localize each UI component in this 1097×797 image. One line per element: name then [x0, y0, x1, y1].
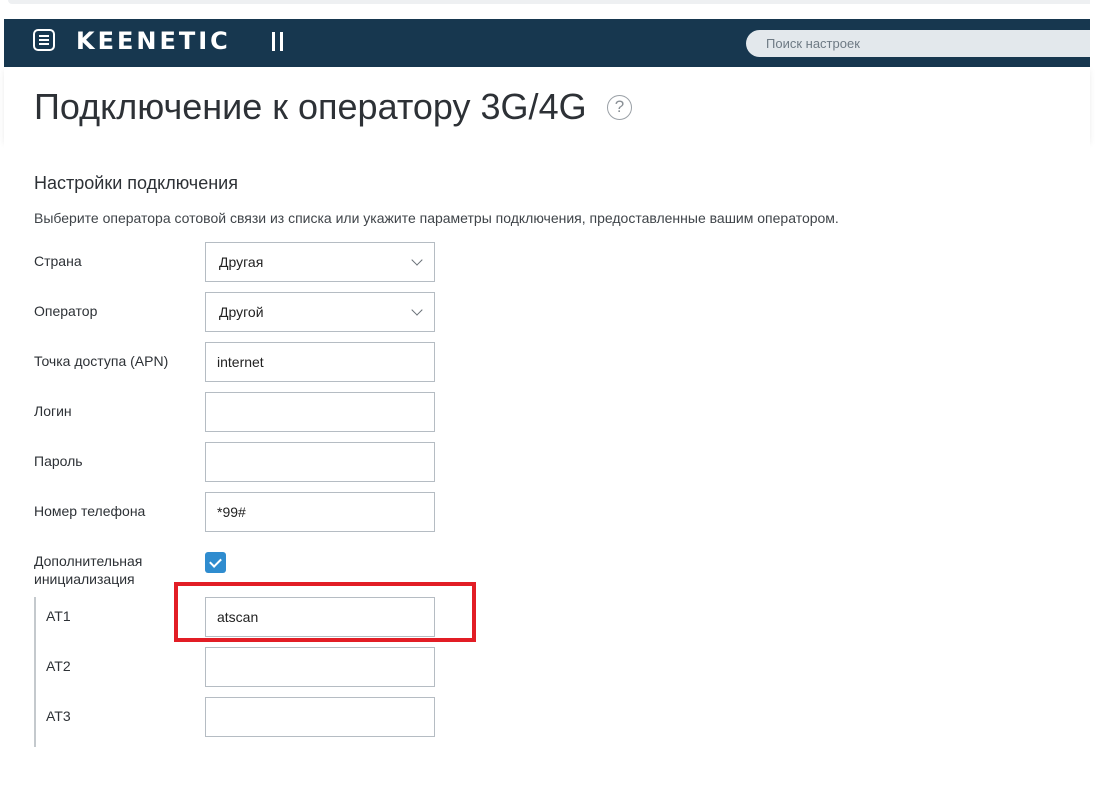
keenetic-logo: KEENETIC: [76, 27, 231, 55]
checkmark-icon: [209, 555, 222, 568]
menu-icon[interactable]: [33, 29, 55, 51]
extra-init-checkbox[interactable]: [205, 552, 226, 573]
top-header: KEENETIC: [4, 19, 1090, 67]
model-badge-icon: [272, 32, 284, 51]
content-area: [4, 141, 1090, 763]
operator-label: Оператор: [34, 303, 98, 319]
chevron-down-icon: [411, 254, 423, 266]
operator-select-value: Другой: [219, 304, 264, 320]
country-select-value: Другая: [219, 254, 264, 270]
at2-input[interactable]: [205, 647, 435, 687]
apn-input[interactable]: [205, 342, 435, 382]
annotation-highlight-box: [174, 582, 476, 642]
title-bar: Подключение к оператору 3G/4G ?: [4, 67, 1090, 141]
section-title: Настройки подключения: [34, 173, 238, 193]
browser-top-strip: [0, 0, 1090, 18]
country-label: Страна: [34, 253, 82, 269]
chevron-down-icon: [411, 304, 423, 316]
at3-label: AT3: [46, 708, 71, 724]
password-input[interactable]: [205, 442, 435, 482]
password-label: Пароль: [34, 453, 83, 469]
operator-select[interactable]: Другой: [205, 292, 435, 332]
page-title: Подключение к оператору 3G/4G: [34, 86, 587, 127]
help-icon[interactable]: ?: [607, 95, 632, 120]
at2-label: AT2: [46, 658, 71, 674]
at1-label: AT1: [46, 608, 71, 624]
at-group-divider: [34, 597, 36, 747]
phone-input[interactable]: [205, 492, 435, 532]
at3-input[interactable]: [205, 697, 435, 737]
login-label: Логин: [34, 403, 72, 419]
apn-label: Точка доступа (APN): [34, 353, 169, 369]
section-description: Выберите оператора сотовой связи из спис…: [34, 210, 839, 226]
country-select[interactable]: Другая: [205, 242, 435, 282]
search-input[interactable]: [746, 30, 1090, 57]
extra-init-label: Дополнительная инициализация: [34, 553, 143, 587]
login-input[interactable]: [205, 392, 435, 432]
phone-label: Номер телефона: [34, 503, 146, 519]
